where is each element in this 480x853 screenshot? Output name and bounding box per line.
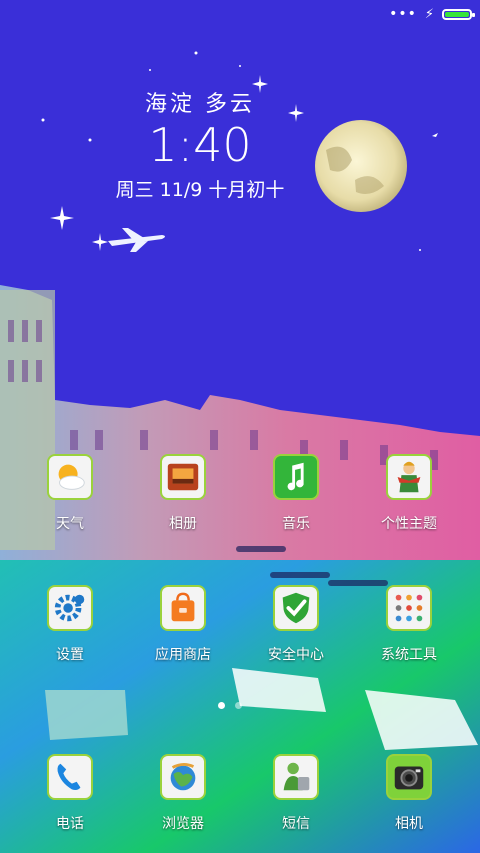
app-settings[interactable]: 设置	[15, 585, 125, 664]
dock-browser[interactable]: 浏览器	[128, 754, 238, 833]
security-shield-icon	[273, 585, 319, 631]
date-text: 周三 11/9 十月初十	[115, 178, 285, 201]
location-weather-text: 海淀 多云	[145, 92, 255, 117]
app-label: 系统工具	[381, 647, 437, 663]
battery-icon	[442, 8, 475, 20]
music-icon	[273, 454, 319, 500]
app-store-bag-icon	[160, 585, 206, 631]
settings-gear-icon	[47, 585, 93, 631]
dock-messages[interactable]: 短信	[241, 754, 351, 833]
app-label: 安全中心	[268, 647, 324, 663]
page-dot	[235, 702, 242, 709]
app-label: 相机	[395, 816, 423, 832]
app-label: 电话	[56, 816, 84, 832]
app-label: 设置	[56, 647, 84, 663]
clock-weather-widget[interactable]: 海淀 多云 1:40 周三 11/9 十月初十	[0, 86, 400, 202]
app-music[interactable]: 音乐	[241, 454, 351, 533]
app-label: 天气	[56, 516, 84, 532]
app-themes[interactable]: 个性主题	[354, 454, 464, 533]
app-label: 浏览器	[162, 816, 204, 832]
clock-time: 1:40	[148, 118, 252, 172]
dock-phone[interactable]: 电话	[15, 754, 125, 833]
page-indicator	[218, 702, 242, 709]
app-label: 应用商店	[155, 647, 211, 663]
gallery-icon	[160, 454, 206, 500]
app-label: 短信	[282, 816, 310, 832]
app-label: 个性主题	[381, 516, 437, 532]
themes-icon	[386, 454, 432, 500]
status-bar: ••• ⚡	[389, 6, 475, 22]
phone-icon	[47, 754, 93, 800]
messages-icon	[273, 754, 319, 800]
app-label: 音乐	[282, 516, 310, 532]
signal-indicator: •••	[389, 6, 417, 22]
app-store[interactable]: 应用商店	[128, 585, 238, 664]
battery-level	[445, 11, 469, 17]
weather-icon	[47, 454, 93, 500]
app-weather[interactable]: 天气	[15, 454, 125, 533]
charging-icon: ⚡	[424, 6, 434, 22]
app-label: 相册	[169, 516, 197, 532]
camera-icon	[386, 754, 432, 800]
browser-globe-icon	[160, 754, 206, 800]
app-gallery[interactable]: 相册	[128, 454, 238, 533]
system-tools-folder-icon	[386, 585, 432, 631]
dock-camera[interactable]: 相机	[354, 754, 464, 833]
folder-system-tools[interactable]: 系统工具	[354, 585, 464, 664]
app-security[interactable]: 安全中心	[241, 585, 351, 664]
page-dot-current	[218, 702, 225, 709]
